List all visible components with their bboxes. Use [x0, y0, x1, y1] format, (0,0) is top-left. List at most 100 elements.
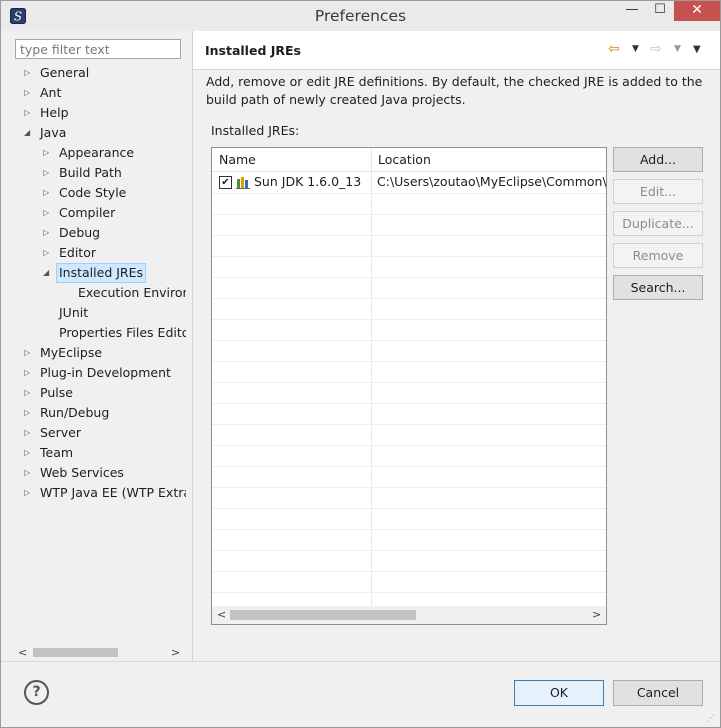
grid-line: [212, 319, 606, 320]
tree-item-label: Appearance: [59, 145, 135, 160]
collapsed-twisty-icon[interactable]: ▷: [43, 183, 49, 203]
collapsed-twisty-icon[interactable]: ▷: [24, 403, 30, 423]
tree-item-label: WTP Java EE (WTP Extras: [40, 485, 186, 500]
tree-item-label: MyEclipse: [40, 345, 103, 360]
ok-button[interactable]: OK: [514, 680, 604, 706]
page-header: Installed JREs ⇦ ▼ ⇨ ▼ ▼: [193, 31, 720, 70]
close-button[interactable]: ✕: [674, 1, 720, 21]
installed-jres-label: Installed JREs:: [211, 123, 300, 138]
grid-line: [212, 382, 606, 383]
tree-item-label: Run/Debug: [40, 405, 110, 420]
title-bar[interactable]: S Preferences — ☐ ✕: [1, 1, 720, 31]
grid-line: [212, 529, 606, 530]
jre-table[interactable]: Name Location ✔ Sun JDK 1.6.0_13 C:\User…: [211, 147, 607, 625]
scrollbar-thumb[interactable]: [33, 648, 118, 657]
tree-item-label: Properties Files Edito: [59, 325, 186, 340]
collapsed-twisty-icon[interactable]: ▷: [24, 463, 30, 483]
scrollbar-thumb[interactable]: [230, 610, 416, 620]
minimize-button[interactable]: —: [618, 1, 646, 21]
column-header-location[interactable]: Location: [371, 148, 606, 171]
collapsed-twisty-icon[interactable]: ▷: [43, 223, 49, 243]
grid-line: [212, 340, 606, 341]
tree-item-label: Installed JREs: [56, 263, 147, 283]
tree-item-label: Help: [40, 105, 69, 120]
forward-arrow-icon: ⇨: [650, 41, 662, 57]
jre-checkbox[interactable]: ✔: [219, 176, 232, 189]
tree-item-label: JUnit: [59, 305, 89, 320]
page-title: Installed JREs: [205, 43, 302, 58]
tree-item-label: Team: [40, 445, 74, 460]
view-menu-icon[interactable]: ▼: [693, 44, 701, 55]
column-divider: [371, 172, 372, 606]
grid-line: [212, 487, 606, 488]
footer-separator: [1, 661, 720, 662]
grid-line: [212, 592, 606, 593]
grid-line: [212, 277, 606, 278]
scroll-left-arrow-icon[interactable]: <: [217, 606, 226, 623]
tree-horizontal-scrollbar[interactable]: < >: [14, 644, 186, 661]
collapsed-twisty-icon[interactable]: ▷: [24, 343, 30, 363]
tree-item-label: Pulse: [40, 385, 73, 400]
collapsed-twisty-icon[interactable]: ▷: [24, 83, 30, 103]
add-button[interactable]: Add...: [613, 147, 703, 172]
collapsed-twisty-icon[interactable]: ▷: [24, 443, 30, 463]
scroll-left-arrow-icon[interactable]: <: [18, 644, 27, 661]
grid-line: [212, 550, 606, 551]
grid-line: [212, 445, 606, 446]
edit-button[interactable]: Edit...: [613, 179, 703, 204]
remove-button[interactable]: Remove: [613, 243, 703, 268]
pane-divider[interactable]: [192, 31, 193, 661]
collapsed-twisty-icon[interactable]: ▷: [24, 363, 30, 383]
grid-line: [212, 403, 606, 404]
grid-line: [212, 298, 606, 299]
duplicate-button[interactable]: Duplicate...: [613, 211, 703, 236]
jre-library-icon: [236, 177, 250, 189]
tree-item-label: Ant: [40, 85, 62, 100]
maximize-button[interactable]: ☐: [646, 1, 674, 21]
tree-item-label: General: [40, 65, 90, 80]
cancel-button[interactable]: Cancel: [613, 680, 703, 706]
preference-tree[interactable]: ▷ General ▷ Ant ▷ Help ◢ Java ▷ Appearance ▷ Build …: [14, 63, 186, 641]
back-arrow-icon[interactable]: ⇦: [608, 41, 620, 57]
grid-line: [212, 235, 606, 236]
scroll-right-arrow-icon[interactable]: >: [592, 606, 601, 623]
column-header-name[interactable]: Name: [212, 148, 372, 171]
resize-grip-icon[interactable]: ⋰: [706, 714, 715, 724]
grid-line: [212, 424, 606, 425]
grid-line: [212, 193, 606, 194]
tree-item-label: Web Services: [40, 465, 124, 480]
search-button[interactable]: Search...: [613, 275, 703, 300]
table-row[interactable]: ✔ Sun JDK 1.6.0_13 C:\Users\zoutao\MyEcl…: [212, 172, 606, 193]
window-title: Preferences: [314, 7, 407, 25]
expanded-twisty-icon[interactable]: ◢: [24, 123, 30, 143]
collapsed-twisty-icon[interactable]: ▷: [43, 203, 49, 223]
back-menu-chevron-icon[interactable]: ▼: [632, 44, 639, 54]
tree-item-label: Java: [40, 125, 67, 140]
table-header: Name Location: [212, 148, 606, 172]
collapsed-twisty-icon[interactable]: ▷: [43, 243, 49, 263]
table-horizontal-scrollbar[interactable]: < >: [212, 606, 606, 624]
grid-line: [212, 466, 606, 467]
tree-item-label: Compiler: [59, 205, 116, 220]
grid-line: [212, 214, 606, 215]
tree-item-label: Code Style: [59, 185, 127, 200]
collapsed-twisty-icon[interactable]: ▷: [24, 483, 30, 503]
tree-item-label: Debug: [59, 225, 101, 240]
help-icon[interactable]: ?: [24, 680, 49, 705]
tree-item-label: Plug-in Development: [40, 365, 171, 380]
collapsed-twisty-icon[interactable]: ▷: [43, 163, 49, 183]
collapsed-twisty-icon[interactable]: ▷: [43, 143, 49, 163]
filter-input[interactable]: [15, 39, 181, 59]
tree-item-label: Editor: [59, 245, 96, 260]
collapsed-twisty-icon[interactable]: ▷: [24, 63, 30, 83]
tree-item-label: Build Path: [59, 165, 122, 180]
expanded-twisty-icon[interactable]: ◢: [43, 263, 49, 283]
scroll-right-arrow-icon[interactable]: >: [171, 644, 180, 661]
collapsed-twisty-icon[interactable]: ▷: [24, 383, 30, 403]
jre-name-cell: Sun JDK 1.6.0_13: [254, 174, 362, 189]
collapsed-twisty-icon[interactable]: ▷: [24, 423, 30, 443]
grid-line: [212, 256, 606, 257]
tree-item-label: Server: [40, 425, 81, 440]
preferences-dialog: S Preferences — ☐ ✕ ▷ General ▷ Ant ▷ Help ◢ Ja…: [0, 0, 721, 728]
collapsed-twisty-icon[interactable]: ▷: [24, 103, 30, 123]
